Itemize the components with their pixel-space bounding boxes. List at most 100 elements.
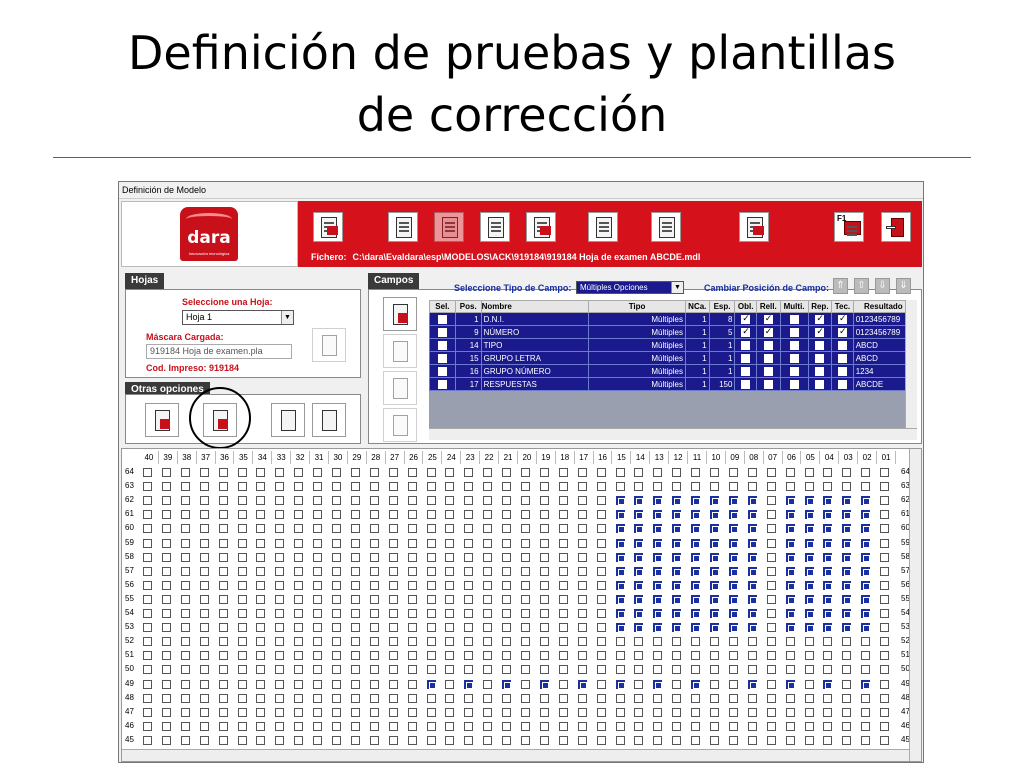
grid-bubble[interactable]: [161, 510, 171, 520]
grid-bubble[interactable]: [691, 623, 701, 633]
import-button[interactable]: [588, 212, 618, 242]
grid-bubble[interactable]: [728, 524, 738, 534]
grid-bubble[interactable]: [426, 580, 436, 590]
grid-bubble[interactable]: [218, 721, 228, 731]
grid-bubble[interactable]: [332, 707, 341, 717]
grid-bubble[interactable]: [199, 707, 209, 717]
grid-bubble[interactable]: [445, 552, 455, 562]
grid-bubble[interactable]: [294, 637, 304, 647]
grid-bubble[interactable]: [634, 679, 644, 689]
grid-bubble[interactable]: [426, 609, 436, 618]
grid-bubble[interactable]: [143, 524, 152, 534]
grid-bubble[interactable]: [199, 524, 209, 534]
grid-bubble[interactable]: [369, 721, 379, 731]
grid-bubble[interactable]: [880, 623, 890, 633]
grid-bubble[interactable]: [710, 524, 719, 534]
sel-checkbox[interactable]: [437, 340, 447, 350]
grid-bubble[interactable]: [577, 693, 587, 703]
grid-bubble[interactable]: [445, 468, 455, 477]
grid-bubble[interactable]: [199, 496, 209, 506]
grid-bubble[interactable]: [804, 594, 814, 604]
grid-bubble[interactable]: [199, 594, 209, 604]
grid-bubble[interactable]: [464, 693, 474, 703]
grid-bubble[interactable]: [880, 580, 890, 590]
grid-bubble[interactable]: [445, 735, 455, 745]
grid-bubble[interactable]: [445, 679, 455, 689]
grid-bubble[interactable]: [180, 566, 190, 576]
grid-bubble[interactable]: [143, 609, 152, 618]
obl-checkbox[interactable]: [741, 366, 751, 376]
rell-checkbox[interactable]: [763, 379, 773, 389]
grid-bubble[interactable]: [502, 552, 512, 562]
print-button[interactable]: [739, 212, 769, 242]
grid-bubble[interactable]: [691, 721, 701, 731]
grid-bubble[interactable]: [672, 721, 682, 731]
grid-bubble[interactable]: [747, 538, 757, 548]
grid-bubble[interactable]: [880, 707, 890, 717]
grid-bubble[interactable]: [407, 552, 417, 562]
grid-bubble[interactable]: [785, 482, 795, 492]
grid-bubble[interactable]: [237, 524, 247, 534]
grid-bubble[interactable]: [180, 524, 190, 534]
grid-bubble[interactable]: [691, 679, 701, 689]
grid-bubble[interactable]: [332, 538, 341, 548]
grid-bubble[interactable]: [558, 679, 568, 689]
grid-bubble[interactable]: [747, 524, 757, 534]
grid-bubble[interactable]: [256, 623, 266, 633]
grid-bubble[interactable]: [143, 468, 152, 477]
grid-bubble[interactable]: [369, 524, 379, 534]
grid-bubble[interactable]: [256, 679, 266, 689]
grid-bubble[interactable]: [369, 665, 379, 675]
grid-bubble[interactable]: [823, 623, 833, 633]
grid-bubble[interactable]: [672, 538, 682, 548]
grid-bubble[interactable]: [332, 524, 341, 534]
column-header[interactable]: Tipo: [588, 300, 686, 313]
grid-bubble[interactable]: [407, 679, 417, 689]
grid-bubble[interactable]: [861, 524, 871, 534]
grid-bubble[interactable]: [823, 609, 833, 618]
grid-bubble[interactable]: [445, 665, 455, 675]
grid-bubble[interactable]: [672, 482, 682, 492]
grid-bubble[interactable]: [332, 552, 341, 562]
grid-bubble[interactable]: [350, 609, 360, 618]
grid-bubble[interactable]: [369, 552, 379, 562]
grid-bubble[interactable]: [842, 580, 852, 590]
column-header[interactable]: Esp.: [708, 300, 736, 313]
grid-bubble[interactable]: [256, 609, 266, 618]
grid-bubble[interactable]: [634, 623, 644, 633]
grid-bubble[interactable]: [728, 538, 738, 548]
grid-bubble[interactable]: [502, 693, 512, 703]
copy-field-button[interactable]: [383, 371, 417, 405]
grid-bubble[interactable]: [445, 594, 455, 604]
grid-bubble[interactable]: [502, 609, 512, 618]
grid-bubble[interactable]: [634, 566, 644, 576]
grid-bubble[interactable]: [842, 594, 852, 604]
grid-bubble[interactable]: [294, 496, 304, 506]
grid-bubble[interactable]: [823, 468, 833, 477]
grid-bubble[interactable]: [596, 468, 606, 477]
grid-bubble[interactable]: [294, 594, 304, 604]
move-up-button[interactable]: ⇧: [854, 278, 869, 294]
grid-bubble[interactable]: [237, 609, 247, 618]
grid-bubble[interactable]: [502, 482, 512, 492]
grid-bubble[interactable]: [747, 468, 757, 477]
grid-bubble[interactable]: [558, 735, 568, 745]
grid-bubble[interactable]: [350, 552, 360, 562]
grid-bubble[interactable]: [180, 594, 190, 604]
tec-checkbox[interactable]: [837, 379, 847, 389]
grid-bubble[interactable]: [483, 552, 493, 562]
grid-bubble[interactable]: [653, 623, 663, 633]
grid-bubble[interactable]: [615, 468, 625, 477]
grid-bubble[interactable]: [143, 496, 152, 506]
grid-horizontal-scrollbar[interactable]: [122, 749, 909, 761]
grid-bubble[interactable]: [407, 524, 417, 534]
grid-bubble[interactable]: [464, 594, 474, 604]
grid-bubble[interactable]: [747, 594, 757, 604]
grid-bubble[interactable]: [369, 482, 379, 492]
grid-bubble[interactable]: [691, 735, 701, 745]
grid-bubble[interactable]: [483, 665, 493, 675]
grid-bubble[interactable]: [747, 623, 757, 633]
grid-bubble[interactable]: [464, 580, 474, 590]
grid-bubble[interactable]: [180, 538, 190, 548]
grid-bubble[interactable]: [445, 609, 455, 618]
